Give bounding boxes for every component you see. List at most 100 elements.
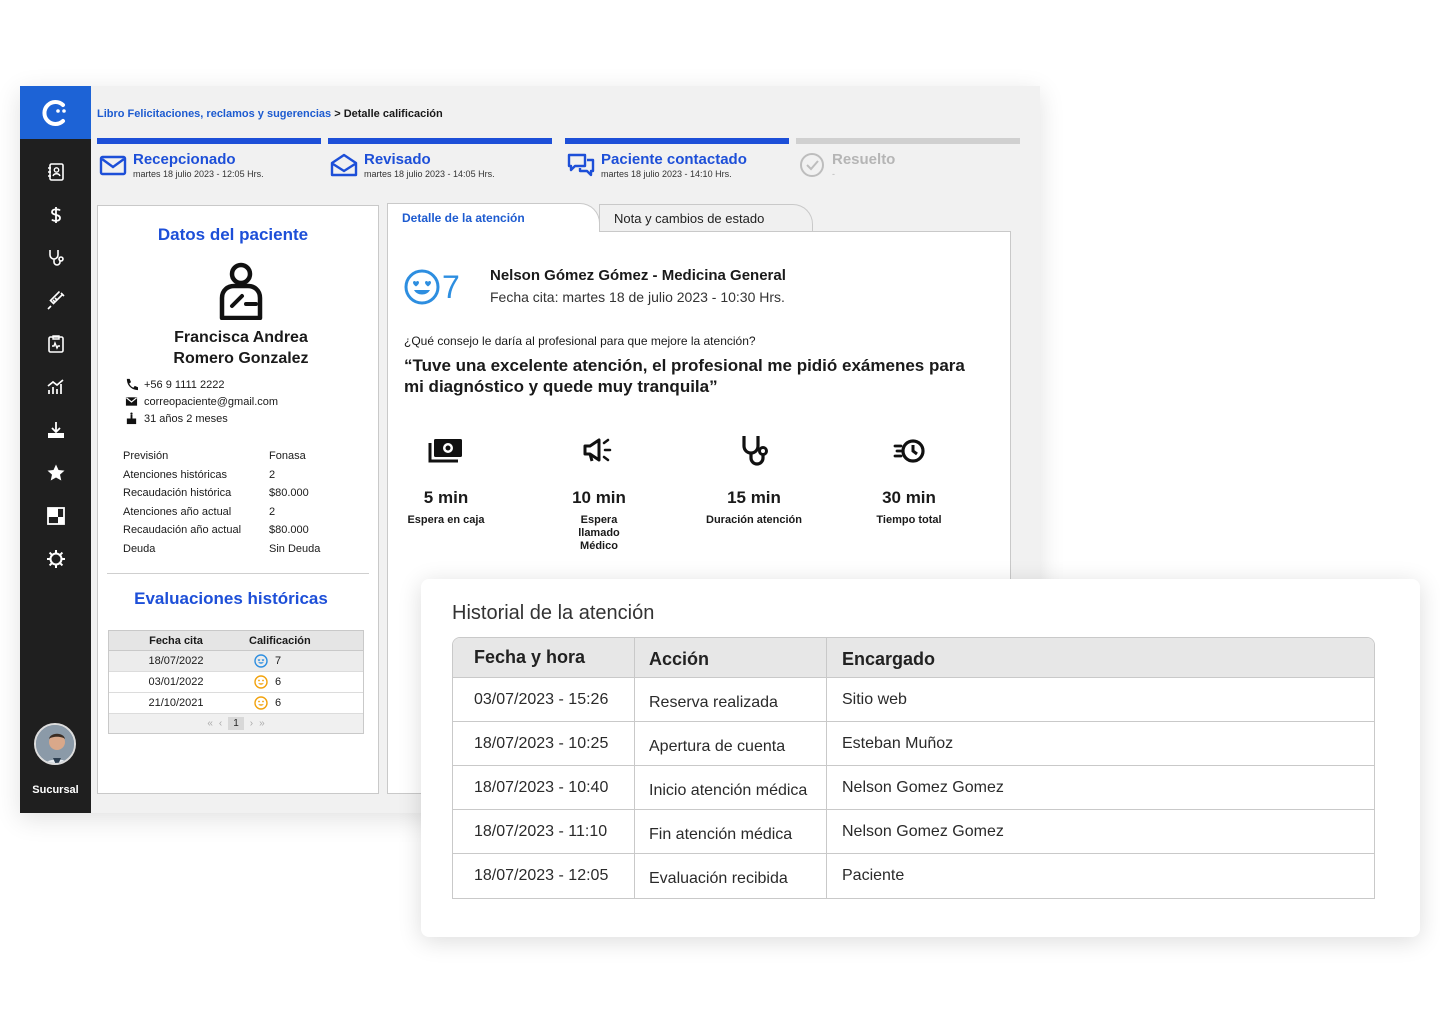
analytics-icon: [46, 378, 64, 394]
step-progress-bar: [97, 138, 321, 144]
column-header[interactable]: Calificación: [243, 635, 311, 647]
table-row: 18/07/2023 - 11:10 Fin atención médica N…: [453, 810, 1374, 854]
evaluation-date: 18/07/2022: [148, 655, 204, 667]
evaluation-score: 6: [243, 675, 281, 689]
table-row: 18/07/2023 - 10:25 Apertura de cuenta Es…: [453, 722, 1374, 766]
nav-analytics[interactable]: [20, 365, 91, 408]
nav-contacts[interactable]: [20, 150, 91, 193]
info-row: Recaudación año actual $80.000: [123, 524, 320, 543]
nav-finance[interactable]: [20, 193, 91, 236]
user-avatar[interactable]: [34, 723, 76, 765]
history-action: Inicio atención médica: [635, 766, 827, 809]
patient-panel-title: Datos del paciente: [157, 225, 309, 244]
table-row: 18/07/2023 - 10:40 Inicio atención médic…: [453, 766, 1374, 810]
info-value: 2: [269, 505, 276, 518]
download-icon: [47, 421, 64, 438]
patient-info-table: Previsión Fonasa Atenciones históricas 2 R…: [123, 450, 320, 562]
patient-name: Francisca Andrea Romero Gonzalez: [98, 327, 384, 369]
column-header[interactable]: Encargado: [827, 638, 1374, 677]
pager-first-button[interactable]: «: [207, 718, 213, 729]
patient-phone-row: +56 9 1111 2222: [125, 378, 224, 391]
column-header[interactable]: Fecha cita: [109, 635, 243, 647]
step-progress-bar: [565, 138, 789, 144]
settings-icon: [46, 549, 65, 568]
history-action: Evaluación recibida: [635, 854, 827, 898]
nav-vaccines[interactable]: [20, 279, 91, 322]
chat-icon: [567, 153, 595, 177]
evaluation-row[interactable]: 03/01/2022 6: [109, 672, 363, 693]
step-title: Recepcionado: [133, 151, 236, 168]
patient-phone[interactable]: +56 9 1111 2222: [144, 379, 224, 391]
history-owner: Sitio web: [842, 690, 907, 708]
breadcrumb-current: Detalle calificación: [343, 108, 443, 120]
column-header[interactable]: Acción: [635, 638, 827, 677]
patient-panel: Datos del paciente Francisca Andrea Rome…: [97, 205, 379, 794]
cash-icon: [428, 439, 462, 463]
nav-favorites[interactable]: [20, 451, 91, 494]
metric-value: 10 min: [572, 488, 626, 507]
nav-records[interactable]: [20, 322, 91, 365]
step-date: martes 18 julio 2023 - 14:05 Hrs.: [364, 169, 495, 179]
evaluation-row[interactable]: 18/07/2022 7: [109, 651, 363, 672]
history-owner: Nelson Gomez Gomez: [842, 778, 1004, 796]
happy-face-icon: [254, 675, 268, 689]
metric-espera-llamado: 10 min Espera llamado Médico: [539, 432, 659, 553]
step-recepcionado: Recepcionado martes 18 julio 2023 - 12:0…: [97, 138, 321, 188]
pager-last-button[interactable]: »: [259, 718, 265, 729]
info-value: 2: [269, 468, 276, 481]
history-table: Fecha y hora Acción Encargado 03/07/2023…: [452, 637, 1375, 899]
tab-detalle-atencion[interactable]: Detalle de la atención: [387, 203, 600, 232]
metric-label: Tiempo total: [876, 514, 942, 526]
history-owner: Nelson Gomez Gomez: [842, 822, 1004, 840]
happy-face-icon: [254, 696, 268, 710]
contacts-icon: [47, 162, 64, 181]
info-label: Recaudación año actual: [123, 524, 242, 537]
pager-next-button[interactable]: ›: [250, 718, 253, 729]
patient-name-line2: Romero Gonzalez: [173, 350, 309, 367]
appointment-date: Fecha cita: martes 18 de julio 2023 - 10…: [490, 289, 785, 305]
history-datetime: 18/07/2023 - 12:05: [453, 854, 635, 898]
logo-icon: [42, 99, 66, 126]
love-face-icon: [254, 654, 268, 668]
metric-espera-caja: 5 min Espera en caja: [386, 432, 506, 527]
info-label: Atenciones año actual: [123, 505, 232, 518]
evaluation-score-value: 6: [275, 697, 282, 709]
branch-label[interactable]: Sucursal: [20, 784, 91, 796]
nav-medical[interactable]: [20, 236, 91, 279]
patient-comment-line1: “Tuve una excelente atención, el profesi…: [404, 356, 965, 375]
info-row: Atenciones año actual 2: [123, 506, 320, 525]
patient-email[interactable]: correopaciente@gmail.com: [144, 396, 278, 408]
table-row: 18/07/2023 - 12:05 Evaluación recibida P…: [453, 854, 1374, 898]
pager-prev-button[interactable]: ‹: [219, 718, 222, 729]
cake-icon: [126, 412, 137, 425]
step-paciente-contactado: Paciente contactado martes 18 julio 2023…: [565, 138, 789, 188]
evaluation-row[interactable]: 21/10/2021 6: [109, 693, 363, 714]
app-logo[interactable]: [20, 86, 91, 139]
nav-downloads[interactable]: [20, 408, 91, 451]
syringe-icon: [46, 290, 65, 310]
history-datetime: 03/07/2023 - 15:26: [453, 678, 635, 721]
mail-icon: [99, 155, 127, 176]
patient-avatar-icon: [219, 262, 263, 320]
metric-duracion: 15 min Duración atención: [694, 432, 814, 527]
evaluations-title: Evaluaciones históricas: [134, 589, 328, 608]
tab-nota-cambios[interactable]: Nota y cambios de estado: [599, 204, 813, 231]
metric-value: 30 min: [882, 488, 936, 507]
pager-current-page[interactable]: 1: [228, 717, 244, 730]
column-header[interactable]: Fecha y hora: [453, 638, 635, 677]
step-resuelto: Resuelto -: [796, 138, 1020, 188]
dashboard-icon: [46, 506, 65, 525]
survey-question: ¿Qué consejo le daría al profesional par…: [404, 334, 756, 348]
email-icon: [125, 397, 138, 406]
nav-settings[interactable]: [20, 537, 91, 580]
nav-dashboard[interactable]: [20, 494, 91, 537]
info-row: Previsión Fonasa: [123, 450, 320, 469]
evaluations-table: Fecha cita Calificación 18/07/2022 7 03/…: [108, 630, 364, 734]
history-action: Fin atención médica: [635, 810, 827, 853]
metric-label: Espera en caja: [407, 514, 485, 526]
breadcrumb-link[interactable]: Libro Felicitaciones, reclamos y sugeren…: [97, 108, 331, 120]
evaluation-date: 03/01/2022: [148, 676, 204, 688]
history-header: Fecha y hora Acción Encargado: [453, 638, 1374, 678]
breadcrumb: Libro Felicitaciones, reclamos y sugeren…: [97, 108, 443, 120]
evaluation-date: 21/10/2021: [148, 697, 204, 709]
